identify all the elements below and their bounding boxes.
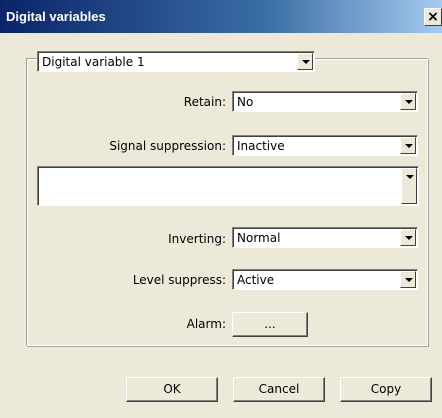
alarm-button[interactable]: ...: [232, 312, 308, 337]
cancel-button[interactable]: Cancel: [233, 377, 325, 402]
retain-label: Retain:: [183, 95, 226, 109]
title-bar[interactable]: Digital variables ×: [0, 0, 442, 33]
chevron-down-icon[interactable]: [297, 53, 313, 70]
inverting-select[interactable]: Normal: [232, 227, 418, 248]
retain-select[interactable]: No: [232, 91, 418, 112]
signal-suppression-label: Signal suppression:: [109, 139, 226, 153]
signal-suppression-value: Inactive: [237, 139, 285, 153]
window-title: Digital variables: [6, 9, 106, 24]
close-icon[interactable]: ×: [424, 8, 442, 26]
chevron-down-icon[interactable]: [400, 271, 416, 288]
copy-button[interactable]: Copy: [340, 377, 432, 402]
inverting-label: Inverting:: [168, 232, 226, 246]
chevron-down-icon[interactable]: [400, 229, 416, 246]
extra-select[interactable]: [37, 166, 419, 206]
variable-select[interactable]: Digital variable 1: [37, 51, 315, 72]
inverting-value: Normal: [237, 231, 281, 245]
chevron-down-icon[interactable]: [400, 93, 416, 110]
ok-button[interactable]: OK: [126, 377, 218, 402]
level-suppress-label: Level suppress:: [132, 273, 226, 287]
chevron-down-icon[interactable]: [401, 168, 417, 204]
dialog-window: Digital variables × Digital variable 1 R…: [0, 0, 442, 418]
signal-suppression-select[interactable]: Inactive: [232, 135, 418, 156]
retain-value: No: [237, 95, 254, 109]
level-suppress-select[interactable]: Active: [232, 269, 418, 290]
variable-select-value: Digital variable 1: [42, 55, 145, 69]
chevron-down-icon[interactable]: [400, 137, 416, 154]
alarm-label: Alarm:: [186, 317, 226, 331]
level-suppress-value: Active: [237, 273, 275, 287]
